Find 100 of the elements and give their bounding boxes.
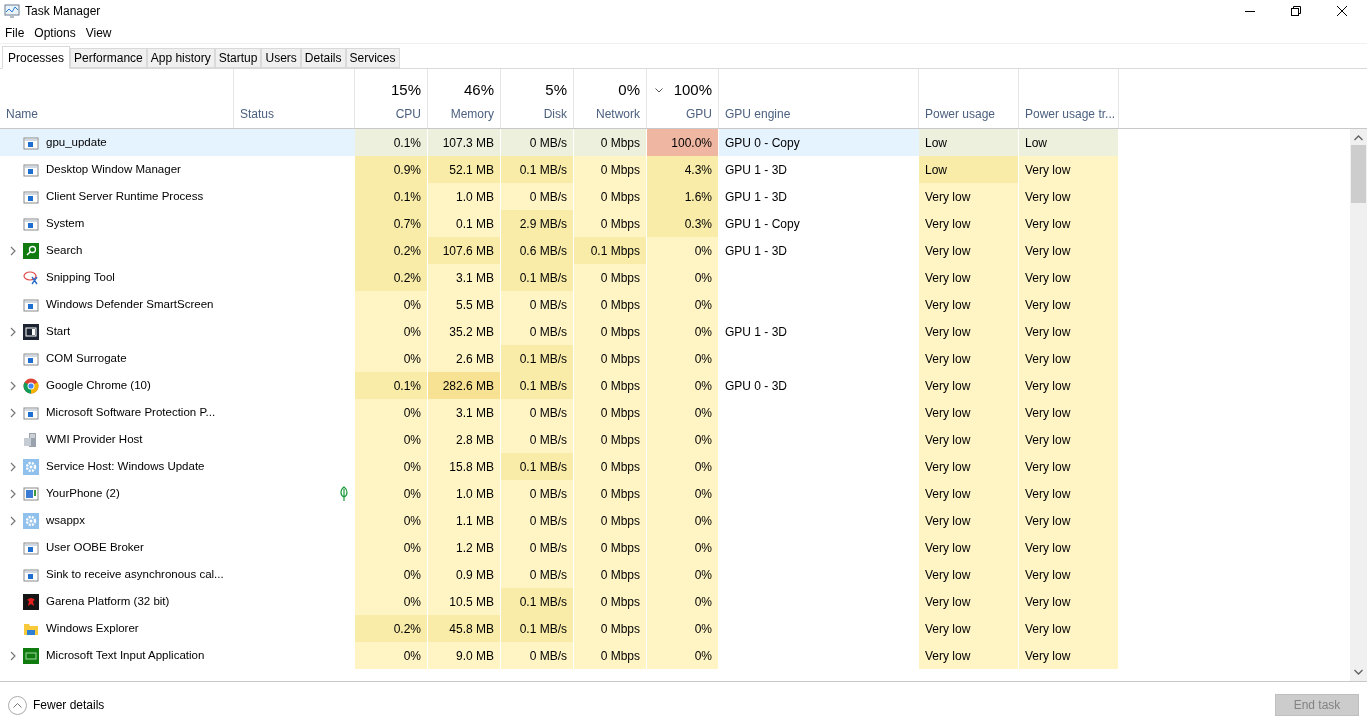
column-label: Power usage <box>925 106 997 123</box>
expand-chevron-icon[interactable] <box>9 380 17 391</box>
metric-cell: 2.9 MB/s <box>501 210 574 237</box>
restore-icon <box>1291 6 1301 16</box>
column-label: GPU engine <box>725 106 792 123</box>
expand-chevron-icon[interactable] <box>9 461 17 472</box>
expand-chevron-icon[interactable] <box>9 245 17 256</box>
menu-item[interactable]: File <box>0 23 30 42</box>
metric-cell: 4.3% <box>647 156 719 183</box>
column-summary: 100% <box>672 79 712 100</box>
power-cell: Very low <box>919 372 1019 399</box>
metric-cell: 3.1 MB <box>428 264 501 291</box>
scissors-icon <box>23 269 39 286</box>
column-header[interactable]: GPU engine <box>719 69 919 128</box>
scroll-down-icon[interactable] <box>1354 669 1363 675</box>
column-header[interactable]: 15% CPU <box>355 69 428 128</box>
process-name: Search <box>46 242 83 258</box>
power-cell: Very low <box>1019 372 1119 399</box>
power-cell: Very low <box>919 534 1019 561</box>
window-icon <box>23 539 39 556</box>
expand-chevron-icon[interactable] <box>9 488 17 499</box>
expand-chevron-icon[interactable] <box>9 650 17 661</box>
power-cell: Very low <box>919 615 1019 642</box>
metric-cell: 5.5 MB <box>428 291 501 318</box>
window-icon <box>23 296 39 313</box>
metric-cell: 0% <box>647 318 719 345</box>
metric-cell: 0 Mbps <box>574 399 647 426</box>
metric-cell: 0% <box>647 237 719 264</box>
process-name: gpu_update <box>46 134 107 150</box>
power-cell: Very low <box>1019 399 1119 426</box>
metric-cell: 15.8 MB <box>428 453 501 480</box>
browser-icon <box>23 377 39 394</box>
metric-cell: 1.6% <box>647 183 719 210</box>
process-name: wsappx <box>46 512 85 528</box>
scrollbar-thumb[interactable] <box>1351 145 1366 203</box>
metric-cell: 0 MB/s <box>501 426 574 453</box>
metric-cell: 0.7% <box>355 210 428 237</box>
metric-cell: 0% <box>647 345 719 372</box>
column-label: GPU <box>685 106 712 123</box>
scrollbar[interactable] <box>1350 129 1367 681</box>
column-header[interactable]: Power usage <box>919 69 1019 128</box>
expand-chevron-icon[interactable] <box>9 326 17 337</box>
power-cell: Very low <box>1019 426 1119 453</box>
metric-cell: 0 Mbps <box>574 453 647 480</box>
metric-cell: 0% <box>647 534 719 561</box>
column-header[interactable]: 0% Network <box>574 69 647 128</box>
tab[interactable]: Services <box>345 48 400 68</box>
metric-cell: 0% <box>647 399 719 426</box>
column-label: Network <box>595 106 640 123</box>
power-cell: Very low <box>1019 588 1119 615</box>
metric-cell: 0% <box>647 291 719 318</box>
tab[interactable]: Startup <box>214 48 262 68</box>
metric-cell: 2.8 MB <box>428 426 501 453</box>
power-cell: Very low <box>919 426 1019 453</box>
process-name: Client Server Runtime Process <box>46 188 204 204</box>
process-name: YourPhone (2) <box>46 485 120 501</box>
metric-cell: 0 MB/s <box>501 480 574 507</box>
menu-item[interactable]: View <box>80 23 117 42</box>
keyboard-icon <box>23 647 39 664</box>
metric-cell: 0.1 MB <box>428 210 501 237</box>
expand-chevron-icon[interactable] <box>9 515 17 526</box>
tab[interactable]: App history <box>146 48 215 68</box>
window-icon <box>23 188 39 205</box>
name-cell[interactable]: gpu_update <box>0 129 234 156</box>
metric-cell: 0% <box>647 561 719 588</box>
metric-cell: 100.0% <box>647 129 719 156</box>
power-cell: Very low <box>919 642 1019 669</box>
column-header[interactable]: 100% GPU <box>647 69 719 128</box>
tab[interactable]: Details <box>300 48 346 68</box>
power-cell: Very low <box>1019 183 1119 210</box>
column-header[interactable]: Status <box>234 69 355 128</box>
column-header[interactable]: 5% Disk <box>501 69 574 128</box>
menu-item[interactable]: Options <box>29 23 81 42</box>
expand-chevron-icon[interactable] <box>9 407 17 418</box>
tab[interactable]: Processes <box>2 46 71 69</box>
process-name: Sink to receive asynchronous cal... <box>46 566 224 582</box>
magnifier-icon <box>23 242 39 259</box>
metric-cell: 0 Mbps <box>574 588 647 615</box>
column-header[interactable]: Name <box>0 69 234 128</box>
metric-cell: 0% <box>355 507 428 534</box>
column-header[interactable]: Power usage tr... <box>1019 69 1119 128</box>
metric-cell: 0 Mbps <box>574 426 647 453</box>
column-header[interactable]: 46% Memory <box>428 69 501 128</box>
metric-cell: 0 MB/s <box>501 561 574 588</box>
metric-cell: 0.1 MB/s <box>501 372 574 399</box>
window-icon <box>23 161 39 178</box>
garena-logo-icon <box>23 593 39 610</box>
metric-cell: 282.6 MB <box>428 372 501 399</box>
fewer-details-button[interactable]: Fewer details <box>8 695 105 715</box>
gear-icon <box>23 458 39 475</box>
metric-cell: 0% <box>355 453 428 480</box>
tab[interactable]: Performance <box>70 48 147 68</box>
metric-cell: 1.2 MB <box>428 534 501 561</box>
metric-cell: 0 MB/s <box>501 399 574 426</box>
metric-cell: 0 Mbps <box>574 264 647 291</box>
metric-cell: 0 Mbps <box>574 318 647 345</box>
power-cell: Very low <box>1019 345 1119 372</box>
column-label: Power usage tr... <box>1025 106 1112 123</box>
scroll-up-icon[interactable] <box>1354 135 1363 141</box>
tab[interactable]: Users <box>261 48 301 68</box>
